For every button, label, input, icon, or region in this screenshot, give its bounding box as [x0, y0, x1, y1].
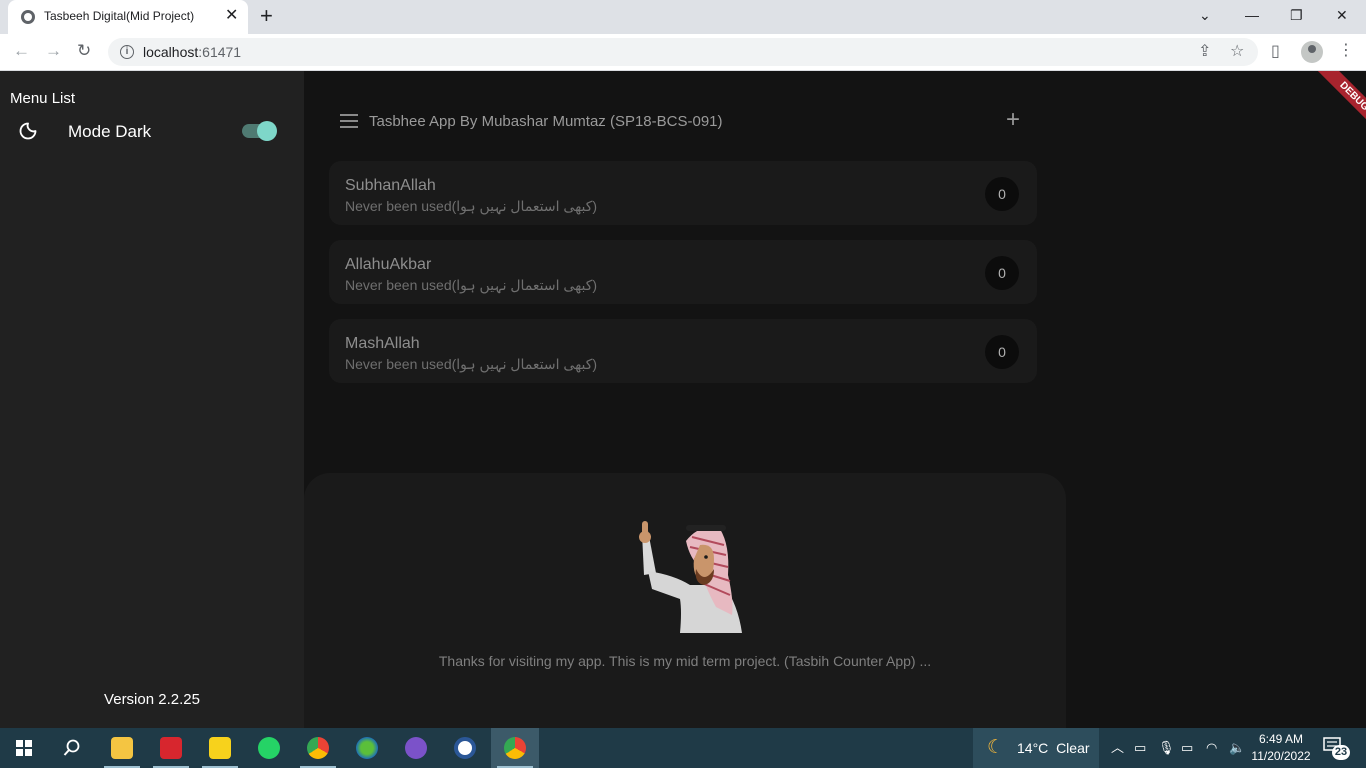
globe-icon	[21, 10, 35, 24]
main-content: Tasbhee App By Mubashar Mumtaz (SP18-BCS…	[304, 71, 1366, 728]
url-text[interactable]: localhost:61471	[143, 44, 241, 60]
taskbar-github-desktop[interactable]	[392, 728, 440, 768]
share-icon[interactable]: ⇪	[1198, 43, 1211, 61]
show-hidden-icons[interactable]: ︿	[1111, 740, 1124, 756]
tasbeeh-card[interactable]: SubhanAllah Never been used(کبھی استعمال…	[329, 161, 1037, 225]
version-label: Version 2.2.25	[104, 691, 200, 708]
tab-title: Tasbeeh Digital(Mid Project)	[44, 9, 195, 23]
search-button[interactable]	[48, 728, 96, 768]
folder-icon	[111, 737, 133, 759]
chrome-profile-icon	[307, 737, 329, 759]
minimize-icon[interactable]: —	[1245, 6, 1259, 24]
tasbeeh-status: Never been used(کبھی استعمال نہیں ہوا)	[345, 277, 598, 293]
tab-search-icon[interactable]: ⌄	[1199, 6, 1211, 24]
back-icon[interactable]: ←	[13, 42, 30, 60]
appbar-title: Tasbhee App By Mubashar Mumtaz (SP18-BCS…	[369, 113, 723, 130]
tasbeeh-count-badge: 0	[985, 177, 1019, 211]
debug-banner: DEBUG	[1296, 71, 1366, 141]
moon-icon	[19, 122, 37, 140]
side-panel-icon[interactable]: ▯	[1271, 43, 1280, 61]
taskbar-internet-download[interactable]	[343, 728, 391, 768]
whatsapp-icon	[258, 737, 280, 759]
weather-widget[interactable]: ☾ 14°C Clear	[973, 728, 1099, 768]
window-close-icon[interactable]: ✕	[1336, 6, 1348, 24]
clock-time: 6:49 AM	[1258, 732, 1304, 746]
dark-mode-switch[interactable]	[242, 121, 277, 141]
drawer-title: Menu List	[10, 90, 76, 107]
moon-weather-icon: ☾	[987, 737, 1005, 758]
taskbar-whatsapp[interactable]	[245, 728, 293, 768]
volume-icon[interactable]: 🔈	[1229, 740, 1245, 756]
taskbar-clock[interactable]: 6:49 AM 11/20/2022	[1246, 731, 1316, 765]
taskbar-chrome-profile[interactable]	[294, 728, 342, 768]
search-icon	[63, 739, 80, 756]
taskbar-word-app[interactable]	[441, 728, 489, 768]
tasbeeh-count-badge: 0	[985, 335, 1019, 369]
switch-knob	[257, 121, 277, 141]
reload-icon[interactable]: ↻	[77, 42, 91, 60]
tasbeeh-name: MashAllah	[345, 335, 420, 352]
restore-icon[interactable]: ❐	[1290, 6, 1303, 24]
media-app-icon	[160, 737, 182, 759]
add-tasbeeh-button[interactable]: +	[1006, 107, 1020, 133]
battery-icon[interactable]: ▭	[1181, 740, 1193, 756]
sticky-notes-icon	[209, 737, 231, 759]
browser-tab[interactable]: Tasbeeh Digital(Mid Project) ✕	[8, 0, 248, 34]
start-button[interactable]	[0, 728, 48, 768]
tasbeeh-card[interactable]: AllahuAkbar Never been used(کبھی استعمال…	[329, 240, 1037, 304]
notification-center[interactable]: 23	[1323, 737, 1350, 760]
about-panel: Thanks for visiting my app. This is my m…	[304, 473, 1066, 728]
github-icon	[405, 737, 427, 759]
hamburger-menu-icon[interactable]	[340, 114, 358, 128]
arab-man-illustration	[639, 521, 742, 633]
tasbeeh-status: Never been used(کبھی استعمال نہیں ہوا)	[345, 356, 598, 372]
notification-count-badge: 23	[1332, 745, 1350, 760]
windows-logo-icon	[16, 740, 32, 756]
clock-date: 11/20/2022	[1251, 749, 1311, 763]
forward-icon[interactable]: →	[45, 42, 62, 60]
browser-tabstrip: Tasbeeh Digital(Mid Project) ✕ + ⌄ — ❐ ✕	[0, 0, 1366, 34]
word-icon	[454, 737, 476, 759]
info-icon[interactable]: i	[120, 45, 134, 59]
mode-dark-label: Mode Dark	[68, 122, 152, 141]
address-bar[interactable]: i localhost:61471 ⇪ ☆	[108, 38, 1258, 66]
tasbeeh-name: AllahuAkbar	[345, 256, 432, 273]
debug-ribbon: DEBUG	[1313, 71, 1366, 138]
bookmark-star-icon[interactable]: ☆	[1230, 43, 1244, 61]
tasbeeh-status: Never been used(کبھی استعمال نہیں ہوا)	[345, 198, 598, 214]
app-viewport: Menu List Mode Dark Version 2.2.25 Tasbh…	[0, 71, 1366, 728]
chrome-icon	[504, 737, 526, 759]
browser-toolbar: ← → ↻ i localhost:61471 ⇪ ☆ ▯ ⋮	[0, 34, 1366, 71]
wifi-icon[interactable]: ◠	[1206, 740, 1217, 756]
profile-avatar-icon[interactable]	[1301, 41, 1323, 63]
taskbar-file-explorer[interactable]	[98, 728, 146, 768]
tab-close-icon[interactable]: ✕	[225, 7, 238, 25]
browser-menu-icon[interactable]: ⋮	[1338, 42, 1354, 60]
meet-now-icon[interactable]: ▭	[1134, 740, 1146, 756]
taskbar-chrome[interactable]	[491, 728, 539, 768]
tasbeeh-name: SubhanAllah	[345, 177, 436, 194]
new-tab-button[interactable]: +	[260, 5, 273, 27]
about-text: Thanks for visiting my app. This is my m…	[438, 653, 932, 669]
windows-taskbar: ☾ 14°C Clear ︿ ▭ 🎙 ▭ ◠ 🔈 6:49 AM 11/20/2…	[0, 728, 1366, 768]
weather-text: 14°C Clear	[1017, 740, 1090, 756]
navigation-drawer: Menu List Mode Dark Version 2.2.25	[0, 71, 304, 728]
taskbar-sticky-notes[interactable]	[196, 728, 244, 768]
taskbar-media-app[interactable]	[147, 728, 195, 768]
tasbeeh-count-badge: 0	[985, 256, 1019, 290]
download-manager-icon	[356, 737, 378, 759]
tasbeeh-card[interactable]: MashAllah Never been used(کبھی استعمال ن…	[329, 319, 1037, 383]
microphone-icon[interactable]: 🎙	[1158, 740, 1175, 756]
